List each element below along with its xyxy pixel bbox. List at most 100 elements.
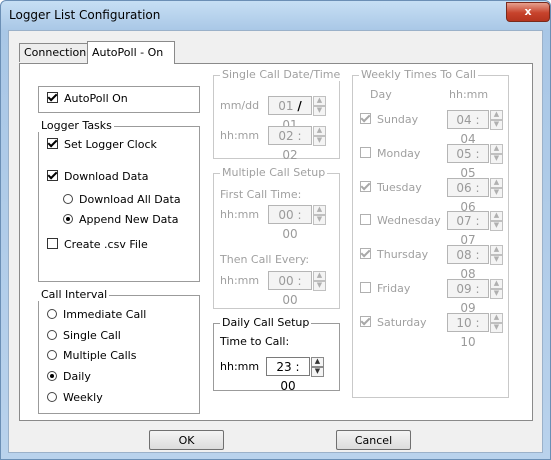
spinner-up-icon[interactable]: ▲ bbox=[490, 245, 503, 255]
tab-autopoll[interactable]: AutoPoll - On bbox=[87, 41, 175, 64]
call-every-spinner[interactable]: ▲ ▼ bbox=[313, 271, 326, 291]
ok-button[interactable]: OK bbox=[149, 430, 224, 450]
weekday-time-spinner[interactable]: ▲ ▼ bbox=[490, 110, 503, 130]
spinner-down-icon[interactable]: ▼ bbox=[490, 221, 503, 231]
weekday-label: Wednesday bbox=[377, 214, 441, 227]
spinner-down-icon[interactable]: ▼ bbox=[313, 136, 326, 146]
call-every-label: Then Call Every: bbox=[220, 253, 310, 266]
spinner-up-icon[interactable]: ▲ bbox=[313, 205, 326, 215]
spinner-up-icon[interactable]: ▲ bbox=[311, 357, 324, 367]
multiple-calls-radio[interactable]: Multiple Calls bbox=[47, 349, 136, 363]
spinner-down-icon[interactable]: ▼ bbox=[313, 106, 326, 116]
weekday-hour: 04 bbox=[456, 113, 472, 127]
weekly-legend: Weekly Times To Call bbox=[359, 68, 478, 81]
call-every-hour: 00 bbox=[278, 274, 294, 288]
weekday-hour: 06 bbox=[456, 181, 472, 195]
spinner-up-icon[interactable]: ▲ bbox=[490, 110, 503, 120]
download-all-label: Download All Data bbox=[79, 193, 181, 206]
weekly-radio[interactable]: Weekly bbox=[47, 391, 103, 405]
weekday-time-spinner[interactable]: ▲ ▼ bbox=[490, 279, 503, 299]
spinner-up-icon[interactable]: ▲ bbox=[313, 96, 326, 106]
weekday-checkbox-thursday[interactable]: Thursday bbox=[360, 248, 428, 262]
daily-radio[interactable]: Daily bbox=[47, 370, 91, 384]
title-bar[interactable]: Logger List Configuration x bbox=[1, 1, 550, 30]
weekday-checkbox-tuesday[interactable]: Tuesday bbox=[360, 181, 422, 195]
weekday-time-field[interactable]: 07 : 07 bbox=[447, 211, 489, 247]
spinner-down-icon[interactable]: ▼ bbox=[490, 323, 503, 333]
first-call-time-field[interactable]: 00 : 00 bbox=[268, 205, 312, 241]
weekday-time-field[interactable]: 09 : 09 bbox=[447, 279, 489, 315]
spinner-up-icon[interactable]: ▲ bbox=[490, 211, 503, 221]
logger-tasks-legend: Logger Tasks bbox=[38, 119, 114, 132]
weekday-time-spinner[interactable]: ▲ ▼ bbox=[490, 178, 503, 198]
spinner-down-icon[interactable]: ▼ bbox=[490, 120, 503, 130]
spinner-down-icon[interactable]: ▼ bbox=[313, 215, 326, 225]
daily-label: Daily bbox=[63, 370, 91, 383]
set-logger-clock-checkbox[interactable]: Set Logger Clock bbox=[47, 138, 157, 152]
single-call-date-label: mm/dd bbox=[220, 99, 260, 112]
weekday-time-spinner[interactable]: ▲ ▼ bbox=[490, 211, 503, 231]
single-call-group: Single Call Date/Time mm/dd 01 / 01 ▲ ▼ h… bbox=[213, 68, 343, 162]
create-csv-checkbox[interactable]: Create .csv File bbox=[47, 238, 148, 252]
cancel-button[interactable]: Cancel bbox=[336, 430, 411, 450]
weekday-checkbox-wednesday[interactable]: Wednesday bbox=[360, 214, 441, 228]
first-call-spinner[interactable]: ▲ ▼ bbox=[313, 205, 326, 225]
single-call-radio[interactable]: Single Call bbox=[47, 329, 121, 343]
spinner-up-icon[interactable]: ▲ bbox=[490, 313, 503, 323]
download-all-radio[interactable]: Download All Data bbox=[63, 193, 181, 207]
spinner-down-icon[interactable]: ▼ bbox=[490, 188, 503, 198]
spinner-up-icon[interactable]: ▲ bbox=[490, 178, 503, 188]
single-call-time-spinner[interactable]: ▲ ▼ bbox=[313, 126, 326, 146]
weekday-hour: 07 bbox=[456, 214, 472, 228]
daily-time-spinner[interactable]: ▲ ▼ bbox=[311, 357, 324, 377]
spinner-up-icon[interactable]: ▲ bbox=[490, 279, 503, 289]
weekday-label: Thursday bbox=[377, 248, 429, 261]
spinner-down-icon[interactable]: ▼ bbox=[490, 154, 503, 164]
spinner-up-icon[interactable]: ▲ bbox=[313, 271, 326, 281]
single-call-time-field[interactable]: 02 : 02 bbox=[268, 126, 312, 162]
single-call-dot bbox=[47, 330, 57, 340]
weekday-checkbox-sunday[interactable]: Sunday bbox=[360, 113, 418, 127]
spinner-down-icon[interactable]: ▼ bbox=[490, 255, 503, 265]
weekday-time-field[interactable]: 05 : 05 bbox=[447, 144, 489, 180]
spinner-down-icon[interactable]: ▼ bbox=[311, 367, 324, 377]
spinner-up-icon[interactable]: ▲ bbox=[490, 144, 503, 154]
download-all-radio-dot bbox=[63, 194, 73, 204]
weekday-time-field[interactable]: 08 : 08 bbox=[447, 245, 489, 281]
call-every-field[interactable]: 00 : 00 bbox=[268, 271, 312, 307]
weekday-hour: 10 bbox=[456, 316, 472, 330]
weekday-checkbox-saturday[interactable]: Saturday bbox=[360, 316, 427, 330]
autopoll-box: AutoPoll On bbox=[38, 86, 200, 113]
weekday-label: Saturday bbox=[377, 316, 427, 329]
tab-connection[interactable]: Connection bbox=[19, 43, 91, 62]
call-every-minute: 00 bbox=[282, 293, 298, 307]
multiple-call-group: Multiple Call Setup First Call Time: hh:… bbox=[213, 166, 340, 309]
single-call-hour: 02 bbox=[278, 129, 294, 143]
append-new-radio[interactable]: Append New Data bbox=[63, 213, 178, 227]
close-button[interactable]: x bbox=[506, 2, 550, 22]
weekday-time-spinner[interactable]: ▲ ▼ bbox=[490, 245, 503, 265]
download-data-checkbox[interactable]: Download Data bbox=[47, 170, 148, 184]
spinner-up-icon[interactable]: ▲ bbox=[313, 126, 326, 136]
weekday-time-field[interactable]: 10 : 10 bbox=[447, 313, 489, 349]
download-data-label: Download Data bbox=[64, 170, 149, 183]
weekday-check-mark bbox=[360, 316, 371, 327]
weekday-time-spinner[interactable]: ▲ ▼ bbox=[490, 144, 503, 164]
daily-call-group: Daily Call Setup Time to Call: hh:mm 23 … bbox=[213, 316, 340, 393]
immediate-call-radio[interactable]: Immediate Call bbox=[47, 308, 146, 322]
dialog-client-area: Connection AutoPoll - On AutoPoll On Log… bbox=[8, 30, 543, 453]
weekday-time-field[interactable]: 04 : 04 bbox=[447, 110, 489, 146]
weekday-time-field[interactable]: 06 : 06 bbox=[447, 178, 489, 214]
single-call-date-spinner[interactable]: ▲ ▼ bbox=[313, 96, 326, 116]
daily-time-field[interactable]: 23 : 00 bbox=[266, 357, 310, 393]
spinner-down-icon[interactable]: ▼ bbox=[490, 289, 503, 299]
single-call-date-field[interactable]: 01 / 01 bbox=[268, 96, 312, 132]
weekly-time-header: hh:mm bbox=[449, 88, 489, 101]
weekday-time-spinner[interactable]: ▲ ▼ bbox=[490, 313, 503, 333]
spinner-down-icon[interactable]: ▼ bbox=[313, 281, 326, 291]
autopoll-checkbox[interactable]: AutoPoll On bbox=[47, 92, 128, 106]
weekday-checkbox-friday[interactable]: Friday bbox=[360, 282, 410, 296]
append-new-radio-dot bbox=[63, 214, 73, 224]
weekday-check-mark bbox=[360, 147, 371, 158]
weekday-checkbox-monday[interactable]: Monday bbox=[360, 147, 420, 161]
